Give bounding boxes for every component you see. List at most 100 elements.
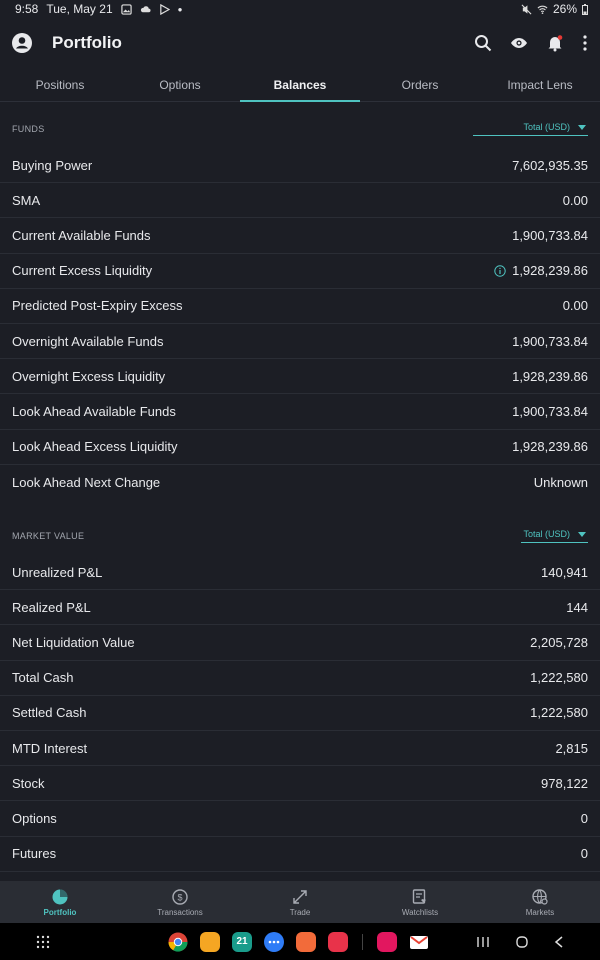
row-value: 1,222,580 [530, 705, 588, 721]
row-label: Stock [12, 775, 45, 791]
notification-bell-icon[interactable] [546, 34, 564, 52]
row-value: 978,122 [541, 775, 588, 791]
calendar-date: 21 [236, 936, 248, 947]
blossom-app-icon[interactable] [377, 931, 397, 952]
more-options-icon[interactable] [582, 34, 588, 52]
back-icon[interactable] [554, 935, 564, 948]
market-value-currency-dropdown[interactable]: Total (USD) [521, 529, 588, 543]
funds-row-overnight-available-funds: Overnight Available Funds 1,900,733.84 [0, 324, 600, 360]
chevron-down-icon [578, 124, 586, 130]
tab-balances[interactable]: Balances [240, 68, 360, 102]
battery-percent: 26% [552, 2, 577, 16]
row-label: Current Excess Liquidity [12, 263, 153, 279]
portfolio-pie-icon [52, 889, 68, 904]
tab-positions[interactable]: Positions [0, 68, 120, 101]
row-value: 140,941 [541, 564, 588, 580]
chrome-icon[interactable] [168, 932, 188, 952]
trade-arrows-icon [293, 889, 307, 904]
home-icon[interactable] [516, 935, 528, 948]
row-label: Current Available Funds [12, 227, 151, 243]
camera-app-icon[interactable] [328, 931, 348, 952]
chevron-down-icon [578, 531, 586, 537]
nav-markets[interactable]: Markets [480, 881, 600, 923]
row-label: Look Ahead Available Funds [12, 403, 176, 419]
row-label: Overnight Available Funds [12, 333, 164, 349]
tab-orders[interactable]: Orders [360, 68, 480, 101]
funds-list: Buying Power 7,602,935.35 SMA 0.00 Current… [0, 148, 600, 500]
row-label: Settled Cash [12, 705, 87, 721]
row-value: 1,928,239.86 [512, 263, 588, 279]
row-label: Net Liquidation Value [12, 634, 135, 650]
nav-label: Markets [525, 907, 555, 917]
row-label: SMA [12, 192, 41, 208]
nav-watchlists[interactable]: Watchlists [360, 881, 480, 923]
tab-options[interactable]: Options [120, 68, 240, 101]
row-label: Unrealized P&L [12, 564, 103, 580]
nav-label: Transactions [157, 907, 203, 917]
dot-icon: ● [177, 4, 183, 14]
row-label: Realized P&L [12, 599, 91, 615]
transactions-dollar-icon: $ [172, 888, 188, 905]
status-date: Tue, May 21 [46, 2, 113, 16]
funds-currency-dropdown[interactable]: Total (USD) [473, 122, 588, 136]
market-value-label: MARKET VALUE [12, 531, 85, 541]
gmail-icon[interactable] [409, 932, 429, 952]
funds-label: FUNDS [12, 124, 45, 134]
mv-row-mtd-interest: MTD Interest 2,815 [0, 731, 600, 767]
funds-row-look-ahead-next-change: Look Ahead Next Change Unknown [0, 465, 600, 500]
row-label: Total Cash [12, 670, 74, 686]
nav-portfolio[interactable]: Portfolio [0, 881, 120, 923]
status-time: 9:58 [15, 2, 39, 16]
row-value: 2,815 [555, 740, 588, 756]
funds-row-look-ahead-available-funds: Look Ahead Available Funds 1,900,733.84 [0, 394, 600, 430]
markets-globe-icon [532, 888, 548, 905]
messages-icon[interactable] [264, 931, 284, 952]
cloud-icon [140, 5, 151, 12]
nav-transactions[interactable]: $ Transactions [120, 881, 240, 923]
row-label: Futures [12, 846, 57, 862]
market-value-dropdown-value: Total (USD) [523, 529, 570, 539]
funds-row-look-ahead-excess-liquidity: Look Ahead Excess Liquidity 1,928,239.86 [0, 430, 600, 465]
app-bar: Portfolio [0, 18, 600, 68]
system-taskbar: 21 [0, 923, 600, 960]
row-label: MTD Interest [12, 740, 88, 756]
row-label: Buying Power [12, 157, 93, 173]
page-title: Portfolio [52, 33, 122, 52]
search-icon[interactable] [474, 34, 492, 52]
app-drawer-icon[interactable] [36, 935, 50, 949]
account-icon[interactable] [12, 33, 32, 53]
mv-row-settled-cash: Settled Cash 1,222,580 [0, 696, 600, 731]
calendar-icon[interactable]: 21 [232, 931, 252, 952]
mv-row-options: Options 0 [0, 801, 600, 837]
mv-row-realized-pnl: Realized P&L 144 [0, 590, 600, 626]
funds-dropdown-value: Total (USD) [523, 122, 570, 132]
taskbar-divider [362, 933, 363, 950]
nav-label: Portfolio [43, 907, 77, 917]
row-label: Look Ahead Next Change [12, 474, 161, 490]
recent-apps-icon[interactable] [476, 936, 490, 948]
funds-row-sma: SMA 0.00 [0, 183, 600, 219]
contacts-icon[interactable] [296, 931, 316, 952]
my-files-icon[interactable] [200, 931, 220, 952]
battery-icon [582, 3, 588, 15]
nav-trade[interactable]: Trade [240, 881, 360, 923]
funds-row-overnight-excess-liquidity: Overnight Excess Liquidity 1,928,239.86 [0, 359, 600, 395]
eye-icon[interactable] [510, 34, 528, 52]
market-value-list: Unrealized P&L 140,941 Realized P&L 144 Ne… [0, 555, 600, 872]
tab-impact-lens[interactable]: Impact Lens [480, 68, 600, 101]
row-value: 0 [580, 810, 588, 826]
row-value: 1,222,580 [530, 670, 588, 686]
watchlists-icon [412, 888, 426, 904]
row-value: 0.00 [562, 298, 588, 314]
info-icon[interactable] [494, 264, 506, 277]
status-bar: 9:58 Tue, May 21 ● 26% [0, 0, 600, 18]
bottom-nav: Portfolio $ Transactions Trade Watchlist… [0, 881, 600, 923]
play-store-icon [159, 3, 170, 15]
row-value: Unknown [533, 474, 588, 490]
wifi-icon [537, 5, 548, 14]
nav-label: Watchlists [401, 907, 439, 917]
row-label: Look Ahead Excess Liquidity [12, 439, 178, 455]
mv-row-futures: Futures 0 [0, 837, 600, 872]
row-value: 1,900,733.84 [512, 403, 588, 419]
tab-bar: Positions Options Balances Orders Impact… [0, 68, 600, 102]
